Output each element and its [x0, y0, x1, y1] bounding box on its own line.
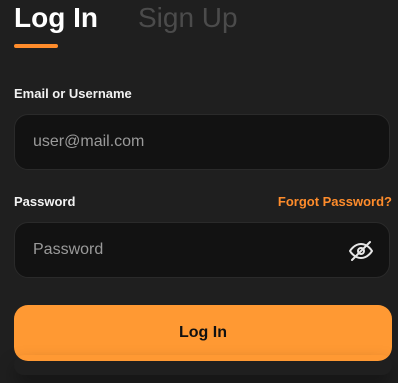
login-button[interactable]: Log In — [14, 305, 392, 361]
forgot-password-link[interactable]: Forgot Password? — [278, 194, 392, 209]
password-label: Password — [14, 194, 76, 209]
tab-signup[interactable]: Sign Up — [138, 0, 238, 36]
tab-login[interactable]: Log In — [14, 0, 98, 36]
password-field-container — [14, 222, 390, 278]
email-field-container — [14, 114, 390, 170]
login-screen: Log In Sign Up Email or Username Passwor… — [0, 0, 398, 383]
email-input[interactable] — [15, 115, 389, 169]
eye-off-icon[interactable] — [349, 239, 373, 263]
email-label: Email or Username — [14, 86, 132, 101]
active-tab-indicator — [14, 44, 58, 48]
auth-tabs: Log In Sign Up — [14, 0, 238, 48]
password-input[interactable] — [15, 223, 389, 277]
